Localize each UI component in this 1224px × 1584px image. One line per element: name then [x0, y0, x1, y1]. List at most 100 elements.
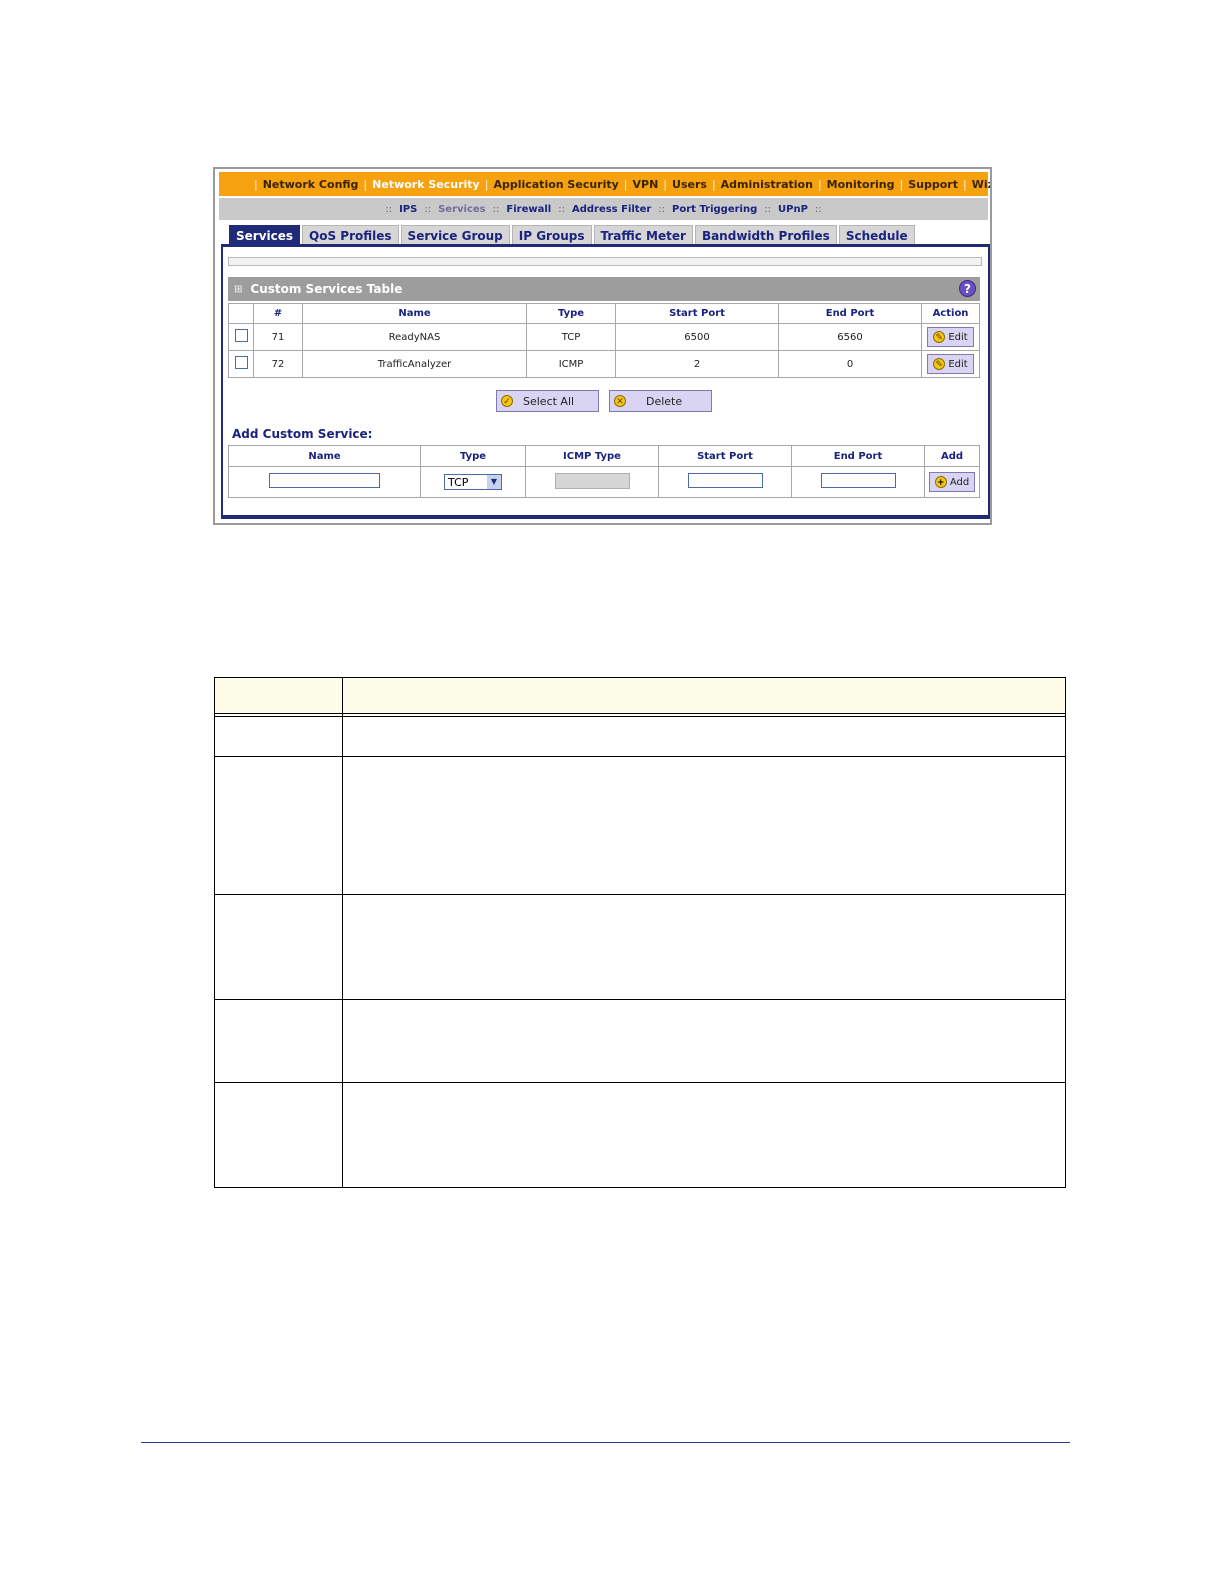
name-input[interactable]: [269, 473, 380, 488]
menu-separator: |: [817, 177, 822, 191]
menu-separator: |: [711, 177, 716, 191]
description-header-cell: [214, 677, 343, 714]
add-cell: + Add: [924, 466, 980, 498]
submenu-ips[interactable]: IPS: [399, 204, 417, 215]
select-all-label: Select All: [523, 394, 575, 408]
menu-wizards[interactable]: Wizards: [972, 178, 990, 191]
column-header-start-port: Start Port: [658, 445, 792, 467]
icmp-type-cell: [525, 466, 659, 498]
start-port-cell: [658, 466, 792, 498]
add-button[interactable]: + Add: [928, 472, 976, 492]
submenu-separator: ::: [814, 203, 822, 215]
column-header-action: Action: [921, 303, 980, 324]
menu-application-security[interactable]: Application Security: [493, 178, 618, 191]
table-header-row: Name Type ICMP Type Start Port End Port …: [228, 445, 980, 467]
menu-separator: |: [484, 177, 489, 191]
description-row: [214, 716, 1066, 757]
check-icon: ✓: [501, 395, 513, 407]
description-cell: [342, 716, 1066, 757]
tab-service-group[interactable]: Service Group: [400, 225, 510, 245]
menu-network-config[interactable]: Network Config: [263, 178, 359, 191]
tab-services[interactable]: Services: [229, 225, 301, 245]
table-header-row: # Name Type Start Port End Port Action: [228, 303, 980, 324]
column-header-name: Name: [302, 303, 527, 324]
submenu-firewall[interactable]: Firewall: [506, 204, 551, 215]
row-select-cell: [228, 323, 254, 351]
delete-icon: ✕: [614, 395, 626, 407]
end-port-input[interactable]: [820, 473, 896, 488]
add-row: TCP ▼ + Add: [228, 466, 980, 498]
column-header-add: Add: [924, 445, 980, 467]
submenu-port-triggering[interactable]: Port Triggering: [672, 204, 757, 215]
row-end-port: 6560: [778, 323, 922, 351]
tab-qos-profiles[interactable]: QoS Profiles: [302, 225, 399, 245]
submenu-services[interactable]: Services: [438, 204, 486, 215]
row-name: TrafficAnalyzer: [302, 350, 527, 378]
submenu-address-filter[interactable]: Address Filter: [572, 204, 651, 215]
description-cell: [342, 999, 1066, 1083]
router-ui-screenshot: | Network Config | Network Security | Ap…: [213, 167, 992, 525]
tab-schedule[interactable]: Schedule: [838, 225, 915, 245]
select-column-header: [228, 303, 254, 324]
custom-services-table: # Name Type Start Port End Port Action 7…: [228, 303, 980, 378]
tab-traffic-meter[interactable]: Traffic Meter: [593, 225, 693, 245]
menu-users[interactable]: Users: [672, 178, 707, 191]
row-action-cell: ✎ Edit: [921, 350, 980, 378]
row-end-port: 0: [778, 350, 922, 378]
delete-button[interactable]: ✕ Delete: [609, 390, 712, 412]
select-all-button[interactable]: ✓ Select All: [496, 390, 599, 412]
menu-monitoring[interactable]: Monitoring: [827, 178, 895, 191]
menu-separator: |: [899, 177, 904, 191]
sub-menu: :: IPS :: Services :: Firewall :: Addres…: [219, 198, 988, 220]
description-cell: [214, 1082, 343, 1188]
tab-ip-groups[interactable]: IP Groups: [511, 225, 592, 245]
menu-vpn[interactable]: VPN: [633, 178, 659, 191]
description-cell: [342, 1082, 1066, 1188]
submenu-separator: ::: [658, 203, 666, 215]
column-header-icmp-type: ICMP Type: [525, 445, 659, 467]
edit-button[interactable]: ✎ Edit: [927, 327, 974, 347]
plus-icon: +: [934, 476, 947, 488]
column-header-name: Name: [228, 445, 421, 467]
description-header-row: [214, 677, 1066, 714]
description-cell: [342, 756, 1066, 895]
start-port-input[interactable]: [687, 473, 763, 488]
row-checkbox[interactable]: [234, 329, 248, 342]
menu-network-security[interactable]: Network Security: [372, 178, 480, 191]
menu-support[interactable]: Support: [908, 178, 958, 191]
description-table: [214, 677, 1066, 1188]
top-menu: | Network Config | Network Security | Ap…: [219, 172, 990, 196]
submenu-separator: ::: [385, 203, 393, 215]
row-action-cell: ✎ Edit: [921, 323, 980, 351]
help-icon[interactable]: ?: [959, 280, 976, 297]
pencil-icon: ✎: [933, 331, 946, 343]
description-cell: [214, 756, 343, 895]
edit-button[interactable]: ✎ Edit: [927, 354, 974, 374]
row-start-port: 6500: [615, 323, 779, 351]
row-name: ReadyNAS: [302, 323, 527, 351]
menu-separator: |: [254, 177, 258, 191]
menu-administration[interactable]: Administration: [721, 178, 813, 191]
description-row: [214, 756, 1066, 895]
description-row: [214, 1082, 1066, 1188]
section-title: Custom Services Table: [250, 282, 403, 296]
row-checkbox[interactable]: [234, 356, 248, 369]
submenu-upnp[interactable]: UPnP: [778, 204, 808, 215]
row-num: 72: [253, 350, 303, 378]
type-cell: TCP ▼: [420, 466, 526, 498]
tab-bandwidth-profiles[interactable]: Bandwidth Profiles: [694, 225, 837, 245]
description-row: [214, 999, 1066, 1083]
section-header: ⊞ Custom Services Table ?: [228, 277, 980, 301]
menu-separator: |: [962, 177, 967, 191]
row-start-port: 2: [615, 350, 779, 378]
menu-separator: |: [363, 177, 368, 191]
row-type: ICMP: [526, 350, 616, 378]
table-row: 72 TrafficAnalyzer ICMP 2 0 ✎ Edit: [228, 350, 980, 378]
type-select[interactable]: TCP ▼: [444, 474, 502, 490]
column-header-end-port: End Port: [778, 303, 922, 324]
delete-label: Delete: [646, 394, 683, 408]
column-header-type: Type: [420, 445, 526, 467]
description-header-cell: [342, 677, 1066, 714]
menu-separator: |: [623, 177, 628, 191]
table-row: 71 ReadyNAS TCP 6500 6560 ✎ Edit: [228, 323, 980, 351]
